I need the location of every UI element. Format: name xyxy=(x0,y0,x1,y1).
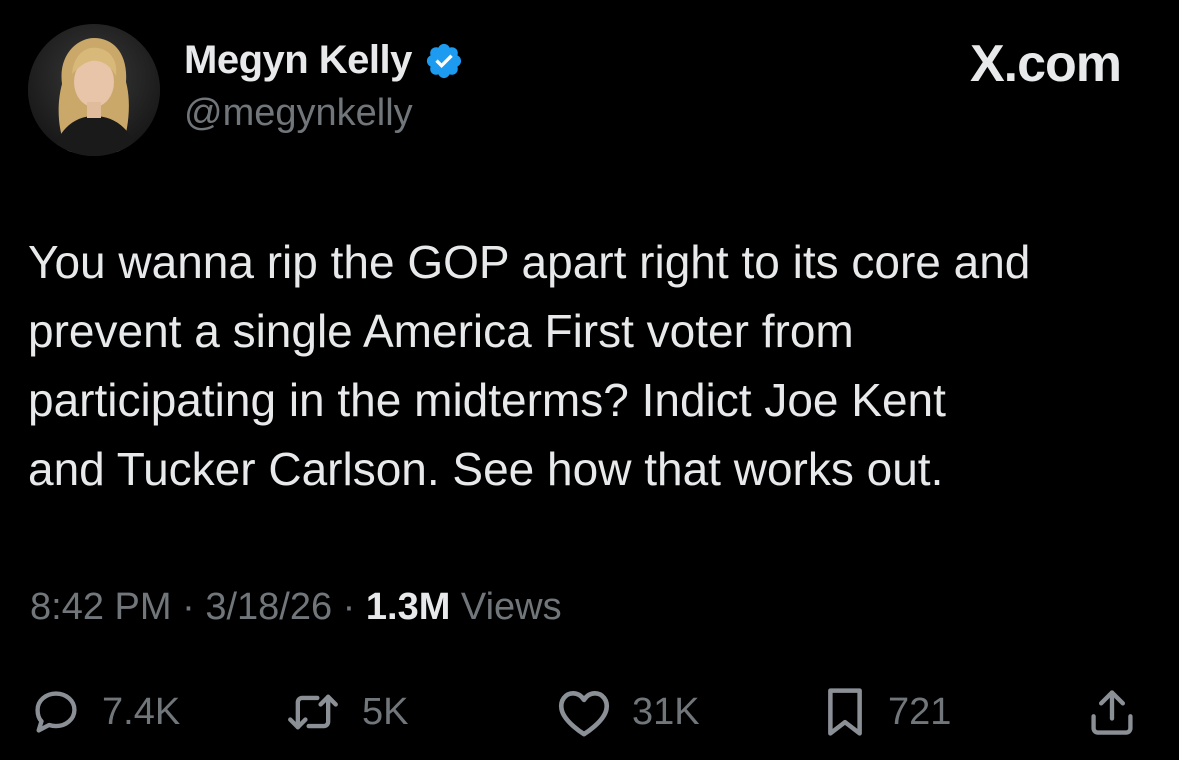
tweet-text: You wanna rip the GOP apart right to its… xyxy=(28,228,1158,504)
repost-button[interactable]: 5K xyxy=(284,680,408,744)
reply-icon xyxy=(35,691,77,733)
bookmark-button[interactable]: 721 xyxy=(822,680,951,744)
views-label: Views xyxy=(450,586,562,628)
share-icon xyxy=(1091,690,1133,735)
meta-separator: · xyxy=(171,586,206,628)
tweet-text-line: and Tucker Carlson. See how that works o… xyxy=(28,443,944,495)
author-display-name[interactable]: Megyn Kelly xyxy=(184,38,412,83)
tweet-text-line: participating in the midterms? Indict Jo… xyxy=(28,374,946,426)
like-button[interactable]: 31K xyxy=(556,680,700,744)
repost-icon xyxy=(288,694,338,730)
brand-watermark: X.com xyxy=(969,35,1122,93)
reply-count: 7.4K xyxy=(102,690,181,733)
meta-separator: · xyxy=(332,586,366,628)
reply-button[interactable]: 7.4K xyxy=(30,680,180,744)
verified-badge-icon xyxy=(424,41,464,81)
action-bar: 7.4K 5K 31K 721 xyxy=(0,680,1179,744)
avatar[interactable] xyxy=(28,24,160,156)
heart-icon xyxy=(558,691,610,737)
tweet-date[interactable]: 3/18/26 xyxy=(205,586,332,628)
tweet-meta: 8:42 PM · 3/18/26 · 1.3M Views xyxy=(30,586,562,629)
tweet-time[interactable]: 8:42 PM xyxy=(30,586,172,628)
views-count: 1.3M xyxy=(365,586,451,628)
repost-count: 5K xyxy=(362,690,409,733)
bookmark-icon xyxy=(828,688,862,736)
author-name-row[interactable]: Megyn Kelly xyxy=(184,38,464,83)
bookmark-count: 721 xyxy=(888,690,952,733)
like-count: 31K xyxy=(632,690,700,733)
author-handle[interactable]: @megynkelly xyxy=(184,92,413,135)
avatar-image xyxy=(28,24,160,156)
tweet-text-line: You wanna rip the GOP apart right to its… xyxy=(28,236,1031,288)
share-button[interactable] xyxy=(1086,680,1138,744)
tweet-text-line: prevent a single America First voter fro… xyxy=(28,305,854,357)
